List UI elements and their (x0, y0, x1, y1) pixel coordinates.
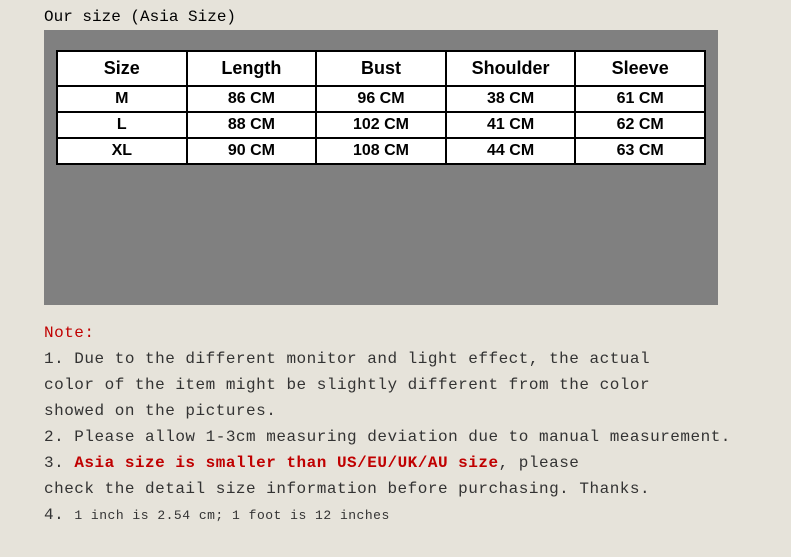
cell: 63 CM (575, 138, 705, 164)
table-header-row: Size Length Bust Shoulder Sleeve (57, 51, 705, 86)
cell: 86 CM (187, 86, 317, 112)
cell: L (57, 112, 187, 138)
col-sleeve: Sleeve (575, 51, 705, 86)
note-3-line-a: 3. Asia size is smaller than US/EU/UK/AU… (44, 451, 771, 475)
col-shoulder: Shoulder (446, 51, 576, 86)
cell: 102 CM (316, 112, 446, 138)
cell: 38 CM (446, 86, 576, 112)
col-size: Size (57, 51, 187, 86)
cell: 108 CM (316, 138, 446, 164)
table-container: Size Length Bust Shoulder Sleeve M 86 CM… (44, 30, 718, 305)
cell: 62 CM (575, 112, 705, 138)
note-3-line-b: check the detail size information before… (44, 477, 771, 501)
note-3-suffix: , please (499, 454, 580, 472)
cell: 61 CM (575, 86, 705, 112)
table-row: XL 90 CM 108 CM 44 CM 63 CM (57, 138, 705, 164)
note-3-highlight: Asia size is smaller than US/EU/UK/AU si… (74, 454, 498, 472)
note-4-prefix: 4. (44, 506, 74, 524)
cell: 90 CM (187, 138, 317, 164)
cell: M (57, 86, 187, 112)
size-table: Size Length Bust Shoulder Sleeve M 86 CM… (56, 50, 706, 165)
col-bust: Bust (316, 51, 446, 86)
note-4-conversion: 1 inch is 2.54 cm; 1 foot is 12 inches (74, 508, 389, 523)
cell: XL (57, 138, 187, 164)
note-4: 4. 1 inch is 2.54 cm; 1 foot is 12 inche… (44, 503, 771, 527)
note-1-line-c: showed on the pictures. (44, 399, 771, 423)
note-label: Note: (44, 321, 771, 345)
col-length: Length (187, 51, 317, 86)
cell: 44 CM (446, 138, 576, 164)
notes-section: Note: 1. Due to the different monitor an… (0, 305, 791, 527)
note-1-line-a: 1. Due to the different monitor and ligh… (44, 347, 771, 371)
cell: 41 CM (446, 112, 576, 138)
cell: 96 CM (316, 86, 446, 112)
table-row: M 86 CM 96 CM 38 CM 61 CM (57, 86, 705, 112)
table-row: L 88 CM 102 CM 41 CM 62 CM (57, 112, 705, 138)
note-3-prefix: 3. (44, 454, 74, 472)
note-1-line-b: color of the item might be slightly diff… (44, 373, 771, 397)
page-title: Our size (Asia Size) (0, 0, 791, 30)
note-2: 2. Please allow 1-3cm measuring deviatio… (44, 425, 771, 449)
cell: 88 CM (187, 112, 317, 138)
